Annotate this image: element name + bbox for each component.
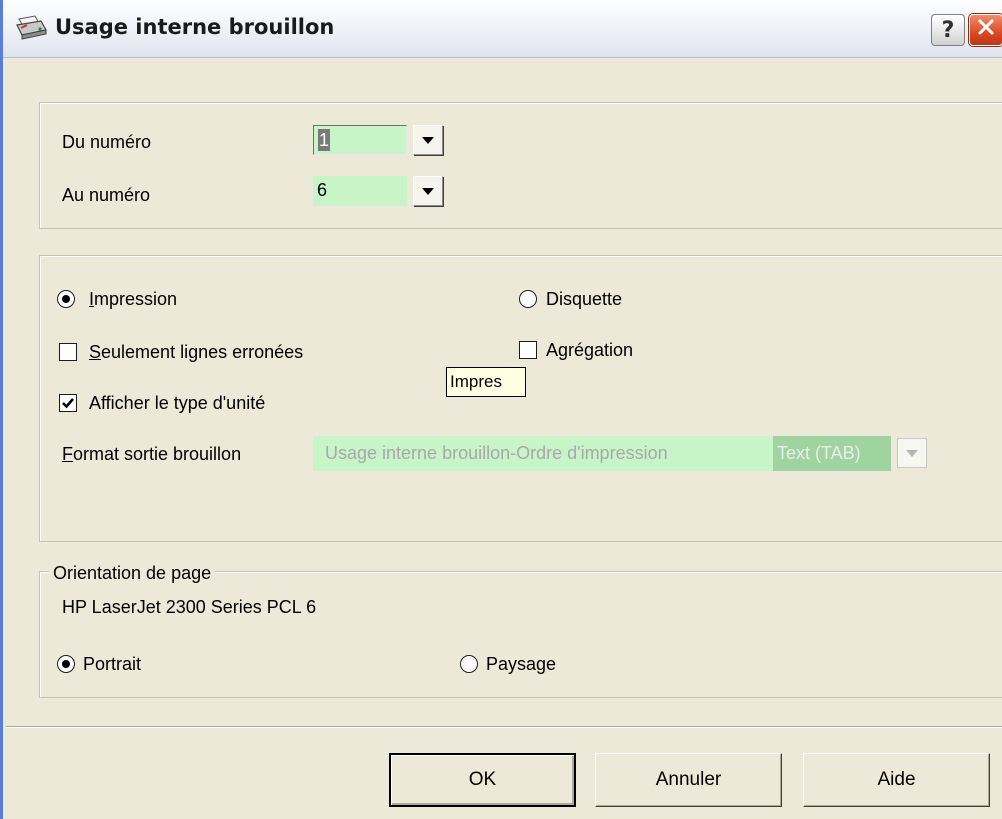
format-select-field: Usage interne brouillon-Ordre d'impressi… (313, 436, 773, 471)
from-number-label: Du numéro (62, 132, 152, 152)
format-type-field: Text (TAB) (773, 436, 891, 471)
ok-button[interactable]: OK (389, 753, 576, 807)
to-number-value: 6 (317, 180, 328, 200)
tooltip: Impres (446, 367, 526, 397)
chevron-down-icon (422, 136, 434, 144)
printer-icon (15, 13, 49, 43)
aggregation-checkbox[interactable] (519, 341, 537, 359)
landscape-label[interactable]: Paysage (486, 653, 556, 675)
help-dialog-button[interactable]: Aide (803, 753, 990, 807)
to-number-label: Au numéro (62, 185, 151, 205)
from-number-dropdown-button[interactable] (413, 125, 443, 155)
chevron-down-icon (906, 449, 918, 457)
from-number-value: 1 (318, 129, 331, 151)
help-button[interactable]: ? (931, 14, 965, 46)
disquette-radio[interactable] (519, 290, 537, 308)
portrait-radio[interactable] (57, 655, 75, 673)
erroneous-lines-checkbox[interactable] (59, 343, 77, 361)
from-number-field[interactable]: 1 (313, 125, 407, 155)
printer-name: HP LaserJet 2300 Series PCL 6 (62, 597, 317, 617)
orientation-group (39, 571, 1002, 698)
to-number-dropdown-button[interactable] (413, 176, 443, 206)
show-unit-type-label[interactable]: Afficher le type d'unité (89, 392, 265, 414)
range-group (39, 102, 1002, 229)
aggregation-label[interactable]: Agrégation (546, 339, 633, 361)
erroneous-lines-label[interactable]: Seulement lignes erronées (89, 341, 303, 363)
cancel-button[interactable]: Annuler (595, 753, 782, 807)
window-title: Usage interne brouillon (55, 15, 335, 39)
close-icon (976, 17, 996, 43)
help-icon: ? (941, 17, 955, 43)
landscape-radio[interactable] (460, 655, 478, 673)
chevron-down-icon (422, 187, 434, 195)
dialog-window: Usage interne brouillon ? Du numéro 1 Au… (0, 0, 1002, 819)
close-button[interactable] (969, 14, 1002, 46)
impression-radio[interactable] (57, 290, 75, 308)
orientation-legend: Orientation de page (49, 562, 216, 584)
format-dropdown-button (897, 438, 927, 468)
show-unit-type-checkbox[interactable] (59, 394, 77, 412)
to-number-field[interactable]: 6 (313, 176, 407, 206)
portrait-label[interactable]: Portrait (83, 653, 141, 675)
disquette-label[interactable]: Disquette (546, 288, 622, 310)
impression-label[interactable]: Impression (89, 288, 177, 310)
checkmark-icon (62, 398, 74, 409)
title-bar[interactable]: Usage interne brouillon ? (3, 0, 1002, 58)
format-label: Format sortie brouillon (62, 444, 242, 464)
